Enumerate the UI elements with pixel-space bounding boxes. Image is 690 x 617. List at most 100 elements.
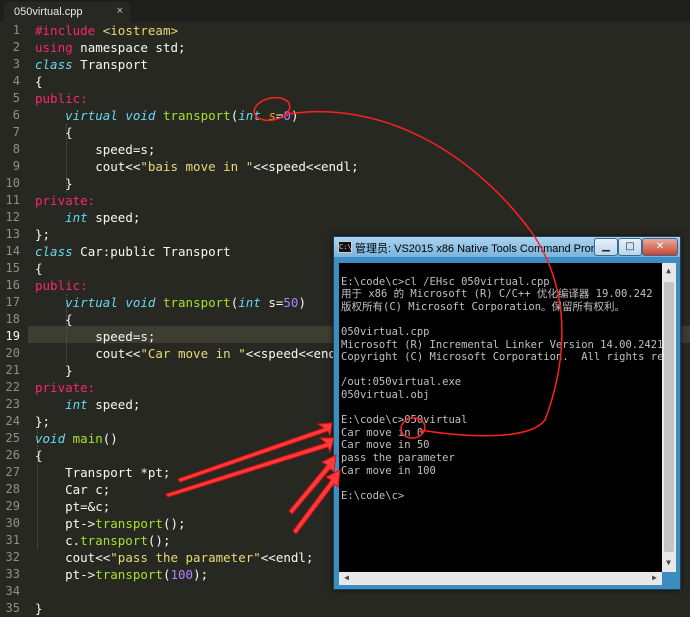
- line-number: 23: [5, 397, 20, 411]
- code-line: cout<<"pass the parameter"<<endl;: [35, 550, 314, 565]
- tab-close-icon[interactable]: ×: [117, 5, 123, 17]
- code-line: };: [35, 227, 51, 242]
- close-button[interactable]: ✕: [642, 238, 678, 256]
- code-line: Transport *pt;: [35, 465, 171, 480]
- code-line: public:: [35, 278, 88, 293]
- console-line: 050virtual.obj: [341, 389, 430, 401]
- vertical-scrollbar[interactable]: ▲ ▼: [662, 263, 676, 572]
- line-number: 29: [5, 499, 20, 513]
- code-line: }: [35, 176, 73, 191]
- code-line: pt=&c;: [35, 499, 111, 514]
- code-line: pt->transport(100);: [35, 567, 209, 582]
- console-line: Car move in 50: [341, 439, 430, 452]
- line-number: 32: [5, 550, 20, 564]
- console-line: 版权所有(C) Microsoft Corporation。保留所有权利。: [341, 300, 626, 313]
- code-line: {: [35, 125, 73, 140]
- line-number: 33: [5, 567, 20, 581]
- line-number: 16: [5, 278, 20, 292]
- scroll-left-icon[interactable]: ◀: [340, 572, 353, 584]
- line-number: 25: [5, 431, 20, 445]
- line-number: 22: [5, 380, 20, 394]
- code-line: private:: [35, 380, 96, 395]
- line-number: 26: [5, 448, 20, 462]
- line-number: 9: [12, 159, 20, 173]
- line-number: 6: [12, 108, 20, 122]
- line-number: 18: [5, 312, 20, 326]
- horizontal-scrollbar[interactable]: ◀ ▶: [339, 572, 662, 585]
- code-line: speed=s;: [35, 329, 156, 344]
- line-number: 14: [5, 244, 20, 258]
- code-line: speed=s;: [35, 142, 156, 157]
- tab-050virtual[interactable]: 050virtual.cpp ×: [4, 2, 130, 22]
- line-number: 28: [5, 482, 20, 496]
- console-line: /out:050virtual.exe: [341, 376, 462, 389]
- cmd-app-icon: C:\: [338, 241, 352, 253]
- line-number: 4: [12, 74, 20, 88]
- line-number: 1: [12, 23, 20, 37]
- code-line: int speed;: [65, 397, 141, 412]
- line-number: 19: [5, 329, 20, 343]
- cmd-titlebar[interactable]: C:\ 管理员: VS2015 x86 Native Tools Command…: [334, 237, 680, 257]
- code-line: public:: [35, 91, 88, 106]
- line-number: 21: [5, 363, 20, 377]
- console-line: E:\code\c>050virtual: [341, 414, 468, 427]
- console-output[interactable]: E:\code\c>cl /EHsc 050virtual.cpp 用于 x86 …: [339, 263, 662, 585]
- code-line: virtual void transport(int s=0): [65, 108, 299, 123]
- console-line: 用于 x86 的 Microsoft (R) C/C++ 优化编译器 19.00…: [341, 288, 653, 301]
- line-number: 15: [5, 261, 20, 275]
- tab-filename: 050virtual.cpp: [14, 6, 83, 18]
- scroll-up-icon[interactable]: ▲: [662, 265, 675, 277]
- line-number: 20: [5, 346, 20, 360]
- line-number: 27: [5, 465, 20, 479]
- code-line: Car c;: [35, 482, 111, 497]
- minimize-button[interactable]: ▁: [594, 238, 618, 256]
- code-line: int speed;: [65, 210, 141, 225]
- code-line: c.transport();: [35, 533, 171, 548]
- line-number: 5: [12, 91, 20, 105]
- scroll-thumb[interactable]: [664, 282, 674, 552]
- code-line: void main(): [35, 431, 118, 446]
- code-line: {: [35, 261, 43, 276]
- code-line: {: [35, 448, 43, 463]
- scroll-right-icon[interactable]: ▶: [648, 572, 661, 584]
- code-line: class Car:public Transport: [35, 244, 231, 259]
- line-number: 35: [5, 601, 20, 615]
- line-number: 17: [5, 295, 20, 309]
- line-number: 24: [5, 414, 20, 428]
- code-line: cout<<"Car move in "<<speed<<endl;: [35, 346, 352, 361]
- code-line: using namespace std;: [35, 40, 186, 55]
- console-line: E:\code\c>: [341, 489, 405, 502]
- console-line: pass the parameter: [341, 452, 455, 464]
- code-line: pt->transport();: [35, 516, 186, 531]
- line-number: 7: [12, 125, 20, 139]
- line-number: 3: [12, 57, 20, 71]
- line-number: 13: [5, 227, 20, 241]
- code-line: virtual void transport(int s=50): [65, 295, 306, 310]
- line-number: 2: [12, 40, 20, 54]
- line-number: 30: [5, 516, 20, 530]
- code-line: }: [35, 601, 43, 616]
- code-line: cout<<"bais move in "<<speed<<endl;: [35, 159, 359, 174]
- line-number: 34: [5, 584, 20, 598]
- command-prompt-window[interactable]: C:\ 管理员: VS2015 x86 Native Tools Command…: [333, 236, 681, 590]
- line-number: 31: [5, 533, 20, 547]
- line-number: 10: [5, 176, 20, 190]
- console-line: Car move in 100: [341, 464, 436, 477]
- console-line: Copyright (C) Microsoft Corporation. All…: [341, 351, 662, 364]
- console-line: Car move in 0: [341, 426, 424, 439]
- maximize-button[interactable]: □: [618, 238, 642, 256]
- console-line: Microsoft (R) Incremental Linker Version…: [341, 338, 662, 351]
- code-line: }: [35, 363, 73, 378]
- code-line: {: [35, 312, 73, 327]
- console-line: E:\code\c>cl /EHsc 050virtual.cpp: [341, 275, 550, 288]
- line-number: 12: [5, 210, 20, 224]
- scroll-down-icon[interactable]: ▼: [662, 557, 675, 569]
- code-line: };: [35, 414, 51, 429]
- line-number: 8: [12, 142, 20, 156]
- code-line: class Transport: [35, 57, 148, 72]
- tab-bar: 050virtual.cpp ×: [0, 0, 690, 22]
- console-line: 050virtual.cpp: [341, 326, 430, 338]
- cmd-title: 管理员: VS2015 x86 Native Tools Command Pro…: [355, 243, 610, 255]
- code-line: #include <iostream>: [35, 23, 179, 38]
- line-number: 11: [5, 193, 20, 207]
